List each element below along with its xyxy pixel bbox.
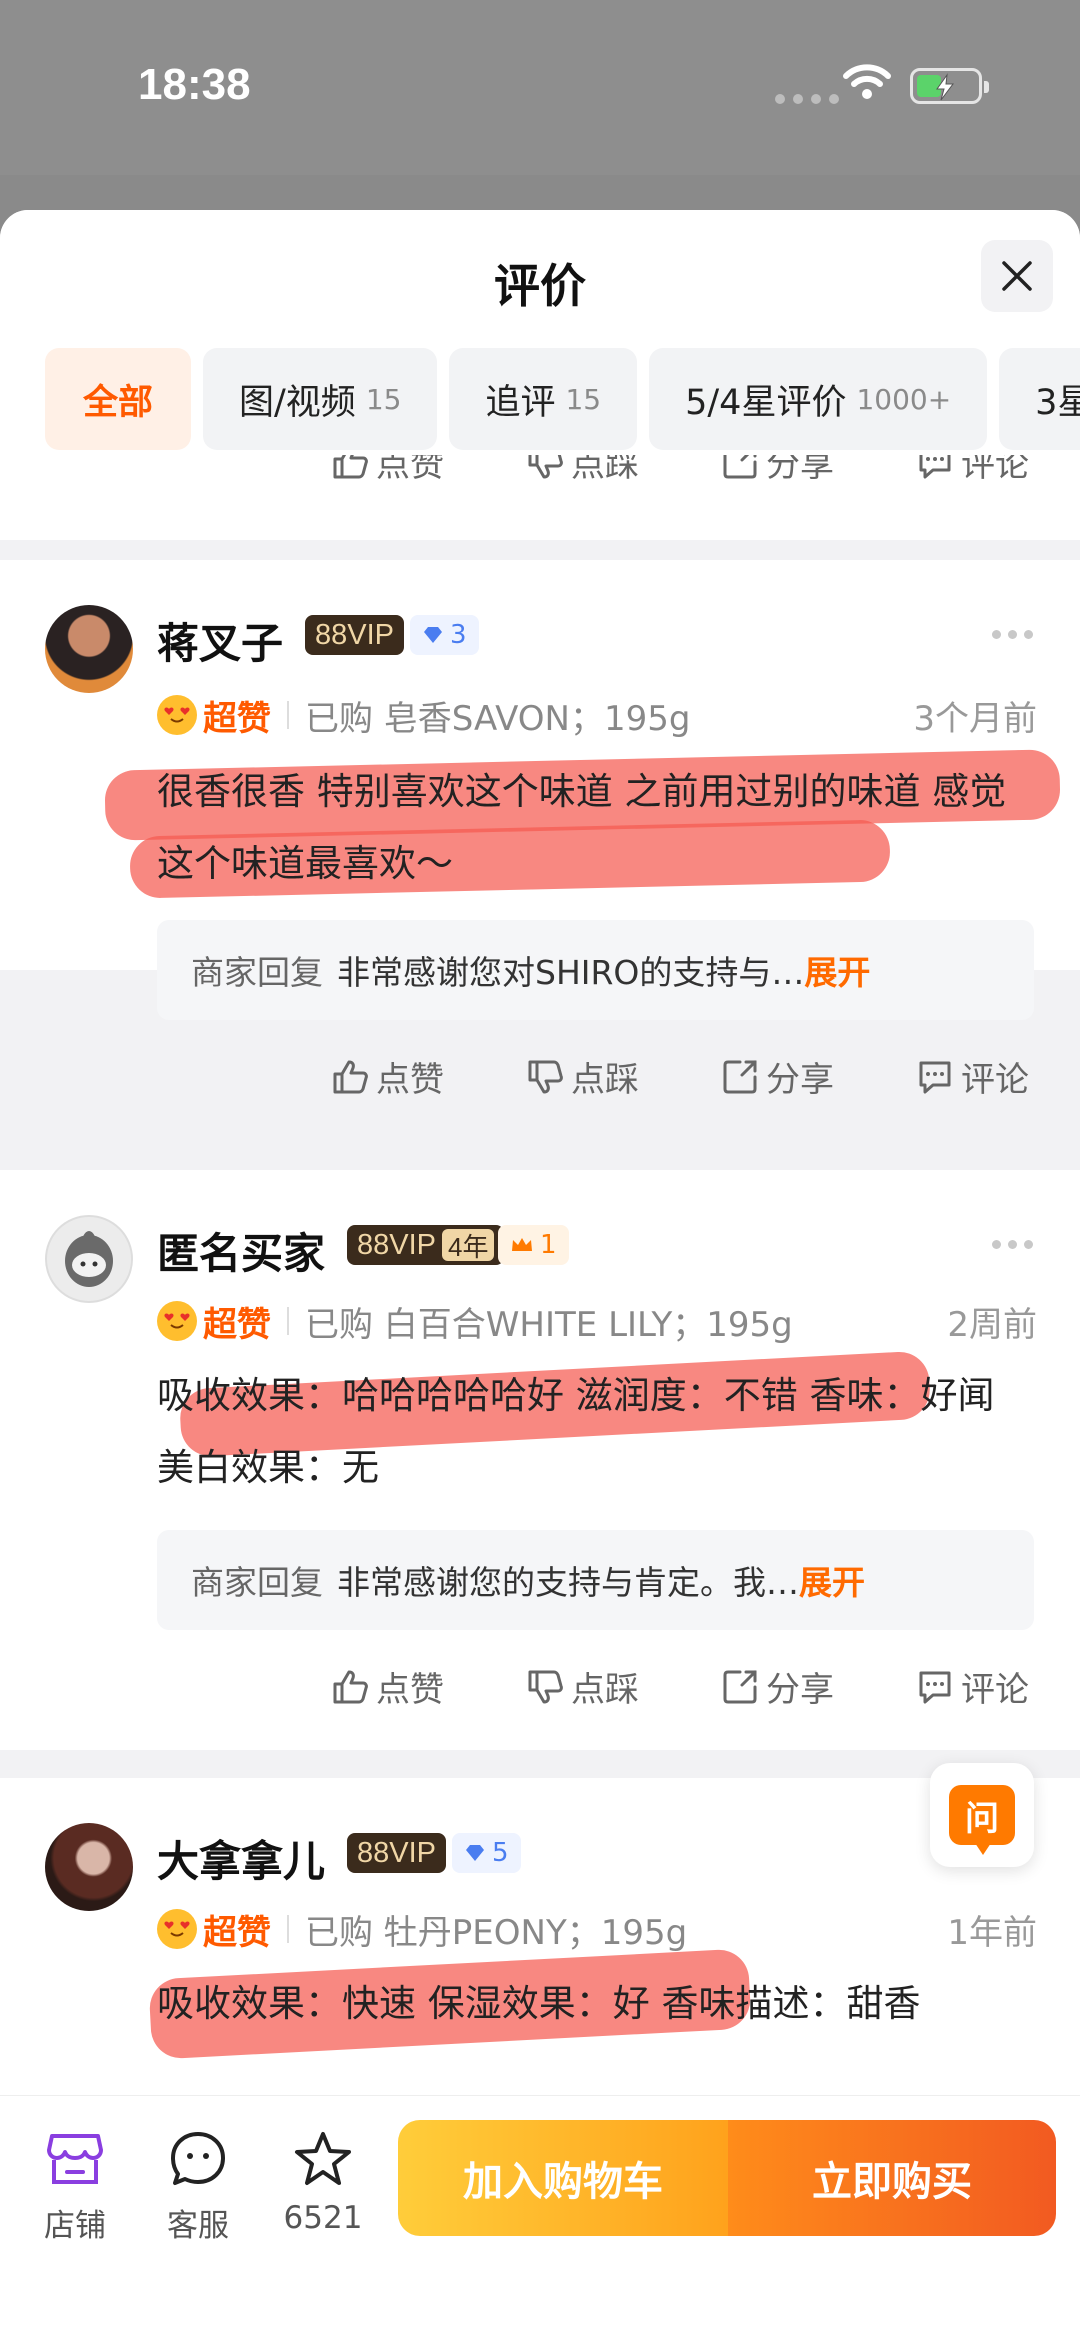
vip-badge: 88VIP — [305, 615, 404, 655]
close-icon — [1002, 261, 1032, 291]
wifi-icon — [843, 64, 891, 99]
filter-label: 3星 — [1035, 382, 1080, 423]
cellular-signal-icon — [775, 94, 839, 104]
customer-service-button[interactable]: 客服 — [143, 2126, 253, 2245]
sheet-title: 评价 — [494, 259, 586, 313]
favorite-button[interactable]: 6521 — [268, 2126, 378, 2236]
more-icon[interactable] — [992, 630, 1033, 639]
filter-media[interactable]: 图/视频 15 — [203, 348, 438, 450]
rating-row: 超赞 已购 皂香SAVON；195g 3个月前 — [157, 690, 1037, 740]
favorites-count: 6521 — [283, 2200, 363, 2236]
level-badge: 3 — [410, 615, 479, 655]
review-card: 蒋叉子 88VIP 3 超赞 已购 皂香SAVON；195g 3个月前 很香很香… — [0, 560, 1080, 970]
ask-icon: 问 — [949, 1785, 1015, 1855]
diamond-icon — [424, 627, 442, 643]
filter-tabs: 全部 图/视频 15 追评 15 5/4星评价 1000+ 3星 — [45, 348, 1080, 450]
store-label: 店铺 — [44, 2208, 106, 2244]
filter-count: 15 — [565, 382, 602, 416]
filter-3-star[interactable]: 3星 — [999, 348, 1080, 450]
rating-label: 超赞 — [203, 698, 271, 739]
sheet-header: 评价 全部 图/视频 15 追评 15 5/4星评价 1000+ 3星 — [0, 210, 1080, 540]
status-time: 18:38 — [138, 60, 251, 109]
store-button[interactable]: 店铺 — [20, 2126, 130, 2245]
filter-label: 图/视频 — [239, 382, 356, 423]
level-value: 3 — [450, 620, 467, 650]
filter-count: 15 — [365, 382, 402, 416]
reviewer-name[interactable]: 蒋叉子 — [157, 610, 283, 671]
avatar[interactable] — [45, 605, 133, 693]
divider — [287, 701, 289, 729]
purchase-info: 已购 皂香SAVON；195g — [305, 698, 691, 739]
review-time: 3个月前 — [913, 698, 1037, 739]
filter-label: 5/4星评价 — [685, 382, 847, 423]
filter-followup[interactable]: 追评 15 — [449, 348, 638, 450]
star-icon — [295, 2132, 351, 2185]
add-to-cart-button[interactable]: 加入购物车 — [398, 2120, 728, 2236]
close-button[interactable] — [981, 240, 1053, 312]
review-text: 很香很香 特别喜欢这个味道 之前用过别的味道 感觉这个味道最喜欢～ — [157, 770, 1007, 885]
love-eyes-icon — [157, 695, 197, 735]
filter-count: 1000+ — [856, 382, 952, 416]
bottom-bar: 店铺 客服 6521 加入购物车 立即购买 — [0, 2095, 1080, 2348]
battery-icon — [910, 68, 989, 104]
vip-label: 88VIP — [315, 618, 394, 651]
filter-all[interactable]: 全部 — [45, 348, 192, 450]
status-bar: 18:38 — [0, 0, 1080, 175]
store-icon — [47, 2134, 103, 2184]
service-label: 客服 — [167, 2208, 229, 2244]
customer-service-icon — [171, 2132, 225, 2185]
filter-5-4-star[interactable]: 5/4星评价 1000+ — [649, 348, 988, 450]
filter-label: 全部 — [83, 382, 154, 423]
ask-button[interactable]: 问 — [930, 1763, 1034, 1867]
buy-now-button[interactable]: 立即购买 — [728, 2120, 1056, 2236]
reviews-sheet: 评价 全部 图/视频 15 追评 15 5/4星评价 1000+ 3星 蒋叉子 88V… — [0, 210, 1080, 2348]
filter-label: 追评 — [485, 382, 556, 423]
